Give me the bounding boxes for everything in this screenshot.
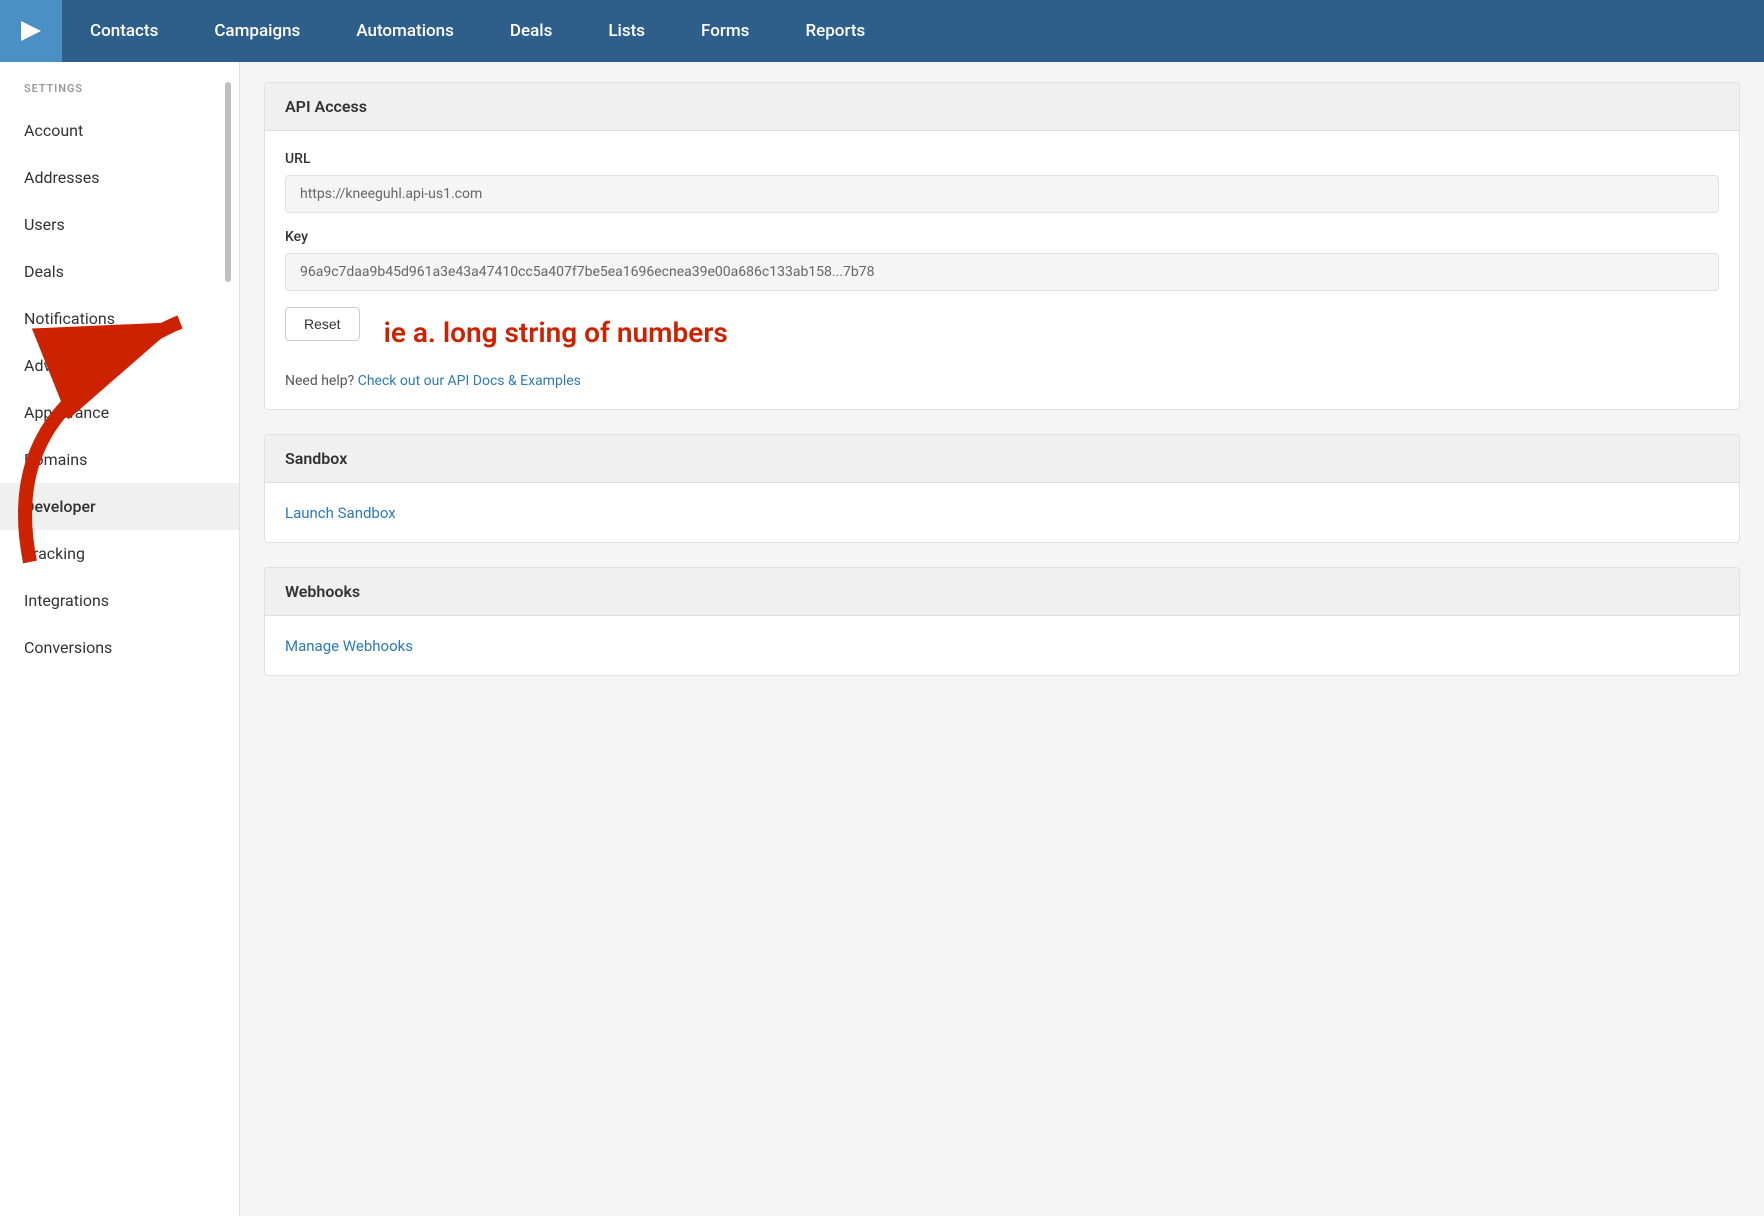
- help-static-text: Need help?: [285, 373, 354, 389]
- main-layout: SETTINGS Account Addresses Users Deals N…: [0, 62, 1764, 1216]
- key-value: 96a9c7daa9b45d961a3e43a47410cc5a407f7be5…: [285, 253, 1719, 291]
- nav-item-forms[interactable]: Forms: [673, 0, 777, 62]
- sidebar-item-deals[interactable]: Deals: [0, 248, 239, 295]
- sidebar-item-conversions[interactable]: Conversions: [0, 624, 239, 671]
- main-content: API Access URL https://kneeguhl.api-us1.…: [240, 62, 1764, 1216]
- reset-button[interactable]: Reset: [285, 307, 360, 341]
- sidebar-item-advanced[interactable]: Advanced: [0, 342, 239, 389]
- sidebar-item-tracking[interactable]: Tracking: [0, 530, 239, 577]
- sidebar-item-integrations[interactable]: Integrations: [0, 577, 239, 624]
- webhooks-card: Webhooks Manage Webhooks: [264, 567, 1740, 676]
- nav-item-deals[interactable]: Deals: [482, 0, 580, 62]
- sidebar: SETTINGS Account Addresses Users Deals N…: [0, 62, 240, 1216]
- key-label: Key: [285, 229, 1719, 245]
- webhooks-title: Webhooks: [265, 568, 1739, 616]
- sidebar-item-addresses[interactable]: Addresses: [0, 154, 239, 201]
- sandbox-body: Launch Sandbox: [265, 483, 1739, 542]
- logo[interactable]: [0, 0, 62, 62]
- nav-items: Contacts Campaigns Automations Deals Lis…: [62, 0, 893, 62]
- sandbox-card: Sandbox Launch Sandbox: [264, 434, 1740, 543]
- nav-item-automations[interactable]: Automations: [328, 0, 482, 62]
- api-docs-link[interactable]: Check out our API Docs & Examples: [358, 373, 581, 389]
- help-text: Need help? Check out our API Docs & Exam…: [285, 373, 1719, 389]
- logo-icon: [17, 17, 45, 45]
- api-access-title: API Access: [265, 83, 1739, 131]
- sidebar-item-users[interactable]: Users: [0, 201, 239, 248]
- manage-webhooks-link[interactable]: Manage Webhooks: [285, 637, 413, 655]
- sidebar-item-account[interactable]: Account: [0, 107, 239, 154]
- sidebar-section-label: SETTINGS: [0, 82, 239, 107]
- reset-row: Reset ie a. long string of numbers: [285, 307, 1719, 357]
- launch-sandbox-link[interactable]: Launch Sandbox: [285, 504, 396, 522]
- api-access-body: URL https://kneeguhl.api-us1.com Key 96a…: [265, 131, 1739, 409]
- sidebar-item-notifications[interactable]: Notifications: [0, 295, 239, 342]
- annotation-text: ie a. long string of numbers: [384, 316, 728, 349]
- sidebar-item-appearance[interactable]: Appearance: [0, 389, 239, 436]
- nav-item-lists[interactable]: Lists: [580, 0, 673, 62]
- nav-item-contacts[interactable]: Contacts: [62, 0, 186, 62]
- api-access-card: API Access URL https://kneeguhl.api-us1.…: [264, 82, 1740, 410]
- scrollbar[interactable]: [225, 82, 231, 282]
- nav-item-reports[interactable]: Reports: [777, 0, 893, 62]
- nav-item-campaigns[interactable]: Campaigns: [186, 0, 328, 62]
- webhooks-body: Manage Webhooks: [265, 616, 1739, 675]
- url-value: https://kneeguhl.api-us1.com: [285, 175, 1719, 213]
- sandbox-title: Sandbox: [265, 435, 1739, 483]
- sidebar-item-developer[interactable]: Developer: [0, 483, 239, 530]
- sidebar-item-domains[interactable]: Domains: [0, 436, 239, 483]
- url-label: URL: [285, 151, 1719, 167]
- top-navigation: Contacts Campaigns Automations Deals Lis…: [0, 0, 1764, 62]
